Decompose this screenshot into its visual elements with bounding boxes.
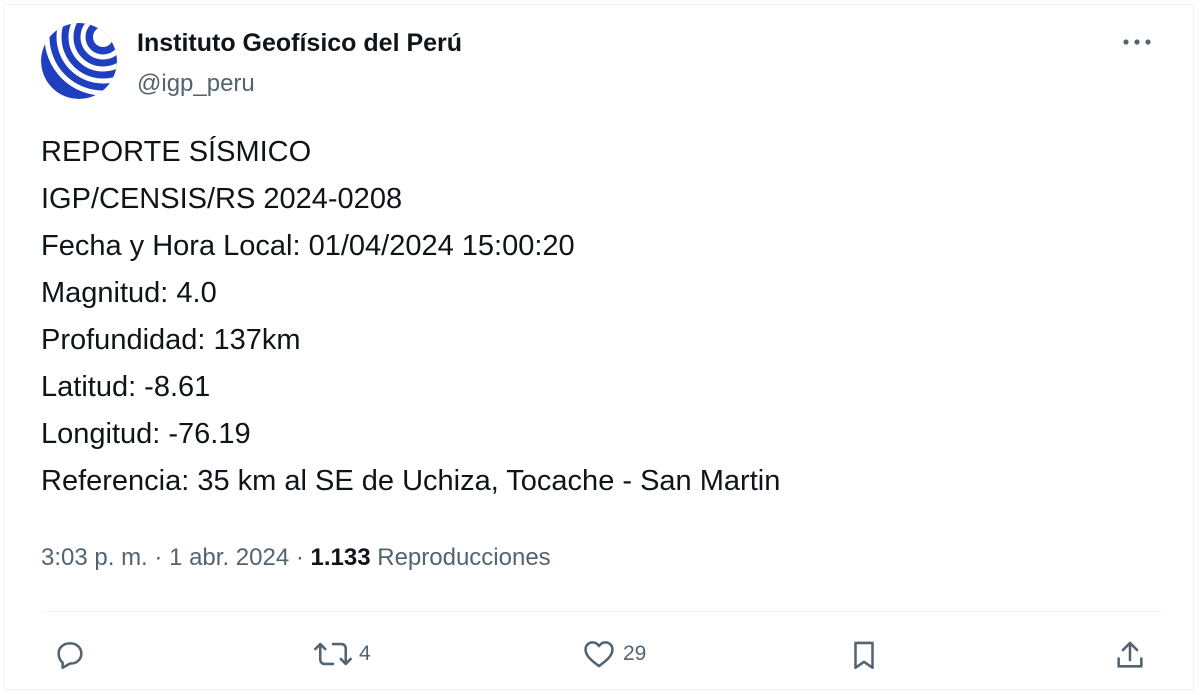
tweet-time[interactable]: 3:03 p. m. [41, 544, 148, 571]
tweet-meta: 3:03 p. m. · 1 abr. 2024 · 1.133 Reprodu… [41, 540, 551, 576]
bookmark-button[interactable] [847, 637, 887, 673]
tweet-date[interactable]: 1 abr. 2024 [169, 544, 289, 571]
reply-button[interactable] [53, 637, 93, 671]
heart-icon [584, 641, 614, 668]
action-bar: 4 29 [41, 629, 1161, 689]
tweet-line: Longitud: -76.19 [41, 418, 251, 450]
tweet-text: REPORTE SÍSMICO IGP/CENSIS/RS 2024-0208 … [41, 129, 780, 505]
bookmark-icon [854, 641, 874, 670]
tweet-line: Profundidad: 137km [41, 324, 301, 356]
like-count: 29 [623, 642, 647, 665]
author-display-name[interactable]: Instituto Geofísico del Perú [137, 27, 462, 59]
like-button[interactable]: 29 [581, 637, 646, 671]
author-block: Instituto Geofísico del Perú @igp_peru [137, 27, 462, 101]
meta-separator: · [289, 544, 311, 571]
igp-logo-icon [41, 23, 117, 99]
views-label: Reproducciones [370, 544, 551, 571]
more-options-button[interactable] [1117, 27, 1157, 57]
tweet-line: Fecha y Hora Local: 01/04/2024 15:00:20 [41, 230, 575, 262]
author-handle[interactable]: @igp_peru [137, 67, 462, 101]
retweet-icon [314, 642, 352, 666]
tweet-line: Latitud: -8.61 [41, 371, 211, 403]
divider [41, 611, 1161, 612]
tweet-line: IGP/CENSIS/RS 2024-0208 [41, 183, 403, 215]
tweet-line: Referencia: 35 km al SE de Uchiza, Tocac… [41, 465, 781, 497]
tweet-line: REPORTE SÍSMICO [41, 136, 312, 168]
tweet-line: Magnitud: 4.0 [41, 277, 217, 309]
meta-separator: · [147, 544, 170, 571]
retweet-count: 4 [359, 642, 371, 665]
more-horizontal-icon [1123, 39, 1151, 45]
tweet-card: Instituto Geofísico del Perú @igp_peru R… [4, 4, 1194, 690]
avatar[interactable] [41, 23, 117, 99]
reply-icon [57, 642, 83, 670]
views-count: 1.133 [310, 544, 371, 571]
share-icon [1117, 641, 1143, 668]
share-button[interactable] [1113, 637, 1153, 673]
retweet-button[interactable]: 4 [313, 637, 371, 671]
